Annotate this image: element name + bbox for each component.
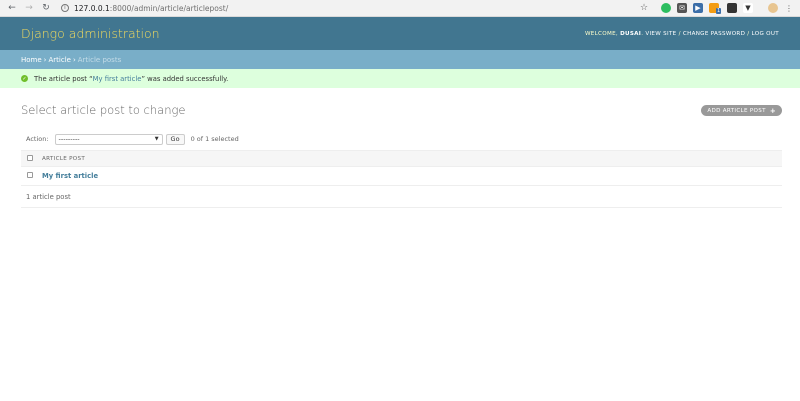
user-tools: Welcome, dusai. View site / Change passw… bbox=[585, 31, 779, 37]
main-content: Select article post to change Add articl… bbox=[0, 88, 800, 208]
back-icon[interactable]: ← bbox=[6, 2, 18, 14]
log-out-link[interactable]: Log out bbox=[752, 31, 779, 37]
table-row: My first article bbox=[21, 166, 782, 186]
add-article-post-button[interactable]: Add article post + bbox=[701, 105, 782, 116]
username: dusai bbox=[620, 30, 642, 37]
pin-icon[interactable]: ▼ bbox=[743, 3, 753, 13]
url-host: 127.0.0.1 bbox=[74, 3, 110, 13]
add-button-label: Add article post bbox=[707, 107, 766, 114]
breadcrumb-home[interactable]: Home bbox=[21, 56, 42, 64]
message-suffix: ” was added successfully. bbox=[141, 74, 229, 83]
results-table: Article post My first article bbox=[21, 150, 782, 186]
video-icon[interactable]: ▶ bbox=[693, 3, 703, 13]
actions-bar: Action: --------- ▼ Go 0 of 1 selected bbox=[21, 132, 782, 146]
paginator: 1 article post bbox=[21, 186, 782, 208]
article-link[interactable]: My first article bbox=[42, 172, 98, 180]
info-icon[interactable]: i bbox=[61, 4, 69, 12]
page-title: Select article post to change bbox=[21, 103, 186, 117]
change-password-link[interactable]: Change password bbox=[683, 31, 745, 37]
select-all-checkbox[interactable] bbox=[27, 154, 33, 161]
view-site-link[interactable]: View site bbox=[645, 31, 676, 37]
message-article-link[interactable]: My first article bbox=[93, 75, 142, 83]
go-button[interactable]: Go bbox=[165, 133, 185, 145]
address-bar[interactable]: i 127.0.0.1:8000/admin/article/articlepo… bbox=[61, 4, 228, 13]
welcome-text: Welcome, bbox=[584, 30, 618, 37]
message-prefix: The article post “ bbox=[34, 74, 93, 83]
evernote-icon[interactable] bbox=[661, 3, 671, 13]
browser-toolbar: ← → ↻ i 127.0.0.1:8000/admin/article/art… bbox=[0, 0, 800, 17]
select-all-cell bbox=[21, 150, 42, 167]
column-header-article-post[interactable]: Article post bbox=[42, 150, 782, 167]
row-checkbox[interactable] bbox=[27, 172, 33, 178]
breadcrumb-current: Article posts bbox=[77, 55, 122, 64]
action-select-value: --------- bbox=[58, 135, 80, 143]
breadcrumb-app[interactable]: Article bbox=[48, 56, 70, 64]
forward-icon[interactable]: → bbox=[23, 2, 35, 14]
plus-icon: + bbox=[769, 106, 776, 115]
tools-separator: / bbox=[747, 30, 750, 37]
notes-icon[interactable] bbox=[727, 3, 737, 13]
url-path: :8000/admin/article/articlepost/ bbox=[109, 3, 229, 13]
rss-badge: 1 bbox=[716, 8, 722, 14]
check-icon: ✓ bbox=[21, 75, 28, 82]
site-branding[interactable]: Django administration bbox=[21, 26, 160, 41]
selection-counter: 0 of 1 selected bbox=[190, 135, 239, 143]
welcome-dot: . bbox=[641, 30, 644, 37]
row-title-cell: My first article bbox=[42, 166, 782, 186]
action-select[interactable]: --------- ▼ bbox=[54, 133, 163, 145]
tools-separator: / bbox=[678, 30, 681, 37]
reload-icon[interactable]: ↻ bbox=[40, 2, 52, 14]
success-message: ✓ The article post “My first article” wa… bbox=[0, 69, 800, 88]
action-label: Action: bbox=[26, 135, 49, 143]
star-icon[interactable]: ☆ bbox=[639, 3, 649, 13]
breadcrumb-separator: › bbox=[72, 55, 76, 64]
admin-header: Django administration Welcome, dusai. Vi… bbox=[0, 17, 800, 50]
chevron-down-icon: ▼ bbox=[154, 136, 159, 142]
breadcrumb: Home › Article › Article posts bbox=[0, 50, 800, 69]
menu-icon[interactable]: ⋮ bbox=[784, 3, 794, 13]
row-select-cell bbox=[21, 166, 42, 186]
avatar-icon[interactable] bbox=[768, 3, 778, 13]
mail-icon[interactable]: ✉ bbox=[677, 3, 687, 13]
breadcrumb-separator: › bbox=[43, 55, 47, 64]
